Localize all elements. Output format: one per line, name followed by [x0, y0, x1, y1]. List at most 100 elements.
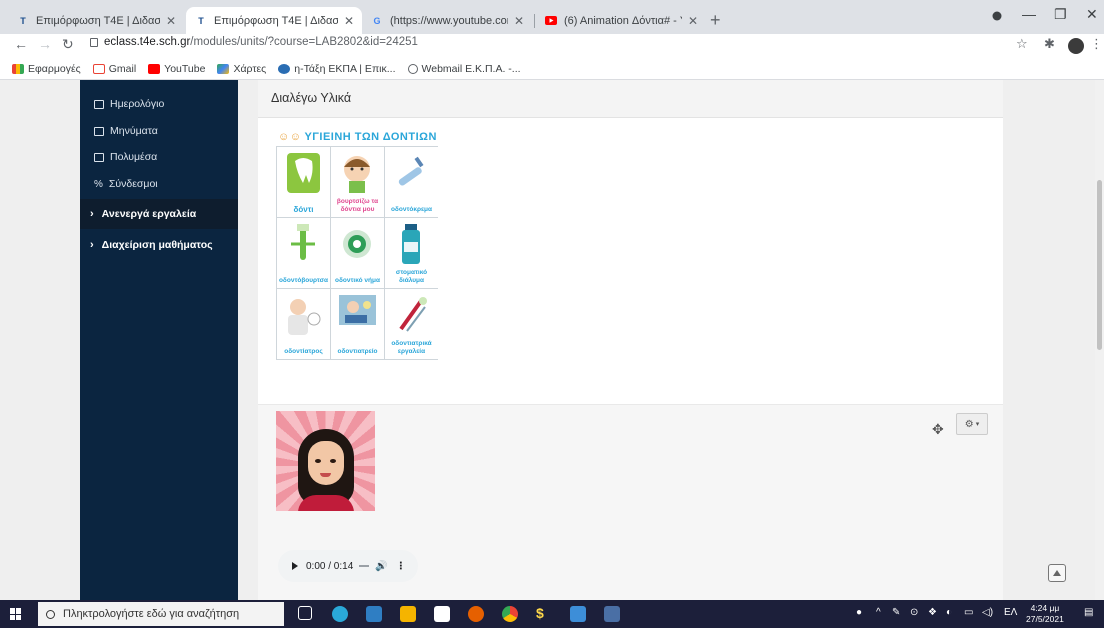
sidebar-item-label: Πολυμέσα [110, 151, 158, 163]
taskbar-search[interactable]: Πληκτρολογήστε εδώ για αναζήτηση [38, 602, 284, 626]
lightning-icon[interactable]: $ [536, 605, 552, 621]
bookmark-youtube[interactable]: YouTube [148, 63, 205, 75]
tab-2-active[interactable]: T Επιμόρφωση Τ4Ε | Διδασκαλία 1 ✕ [186, 7, 362, 34]
chrome-icon[interactable] [502, 606, 518, 622]
sidebar-item-messages[interactable]: Μηνύματα [94, 125, 158, 137]
move-handle-icon[interactable]: ✥ [932, 421, 944, 438]
pen-icon[interactable]: ✎ [892, 607, 900, 618]
tab-separator [534, 14, 535, 28]
link-icon: % [94, 178, 103, 190]
tooth-icon [287, 153, 320, 193]
audio-resource-block: ✥ ⚙ ▾ 0:00 / 0:14 🔊 ⋮ [258, 404, 1003, 600]
tab-3[interactable]: G (https://www.youtube.com/watch ✕ [362, 7, 532, 34]
forward-icon[interactable]: → [38, 36, 52, 52]
globe-icon [407, 63, 418, 74]
apps-grid-icon [12, 63, 24, 74]
url-path: /modules/units/?course=LAB2802&id=24251 [190, 36, 418, 48]
file-explorer-icon[interactable] [400, 606, 416, 622]
notifications-icon[interactable]: ▤ [1084, 607, 1093, 618]
profile-dot-icon[interactable] [992, 8, 1002, 24]
card-dental-office: οδοντιατρείο [331, 289, 384, 359]
caret-down-icon: ▾ [975, 421, 980, 428]
close-window-icon[interactable]: ✕ [1086, 6, 1098, 23]
dropbox-icon[interactable]: ❖ [928, 607, 937, 618]
star-icon[interactable]: ☆ [1016, 36, 1028, 52]
store-icon[interactable] [366, 606, 382, 622]
card-caption: οδοντιατρείο [337, 348, 378, 355]
maps-icon [217, 63, 230, 74]
reload-icon[interactable]: ↻ [62, 36, 74, 53]
show-hidden-icons[interactable]: ^ [876, 607, 881, 618]
tab-4[interactable]: (6) Animation Δόντια# - YouTube ✕ [536, 7, 706, 34]
menu-kebab-icon[interactable]: ⋮ [1090, 36, 1103, 52]
tab-1[interactable]: T Επιμόρφωση Τ4Ε | Διδασκαλία 1 ✕ [8, 7, 184, 34]
bookmark-label: Εφαρμογές [28, 62, 81, 75]
maximize-icon[interactable]: ❐ [1054, 6, 1067, 23]
people-icon[interactable]: ● [856, 607, 862, 618]
battery-icon[interactable]: ▭ [964, 607, 973, 618]
language-indicator[interactable]: ΕΛ [1004, 607, 1017, 618]
new-tab-button[interactable]: + [710, 10, 721, 31]
mouthwash-icon [402, 224, 420, 264]
search-icon [46, 609, 55, 619]
bookmark-gmail[interactable]: Gmail [92, 62, 137, 75]
floss-icon [343, 230, 371, 258]
photos-icon[interactable] [570, 606, 586, 622]
sidebar-group-label: Διαχείριση μαθήματος [101, 239, 213, 251]
extensions-icon[interactable]: ✱ [1044, 36, 1055, 52]
volume-icon[interactable]: ◁) [982, 607, 993, 618]
sidebar-item-calendar[interactable]: Ημερολόγιο [94, 98, 164, 110]
onedrive-icon[interactable]: ⊙ [910, 607, 918, 618]
bookmark-maps[interactable]: Χάρτες [217, 63, 266, 75]
audio-progress[interactable] [359, 565, 370, 567]
task-view-icon[interactable] [298, 606, 312, 620]
card-mouthwash: στοματικό διάλυμα [385, 218, 438, 288]
network-icon[interactable]: ◐ [946, 607, 952, 618]
bookmark-label: Gmail [108, 62, 137, 75]
play-icon[interactable] [292, 562, 298, 570]
more-options-icon[interactable]: ⋮ [396, 561, 406, 572]
sidebar-item-multimedia[interactable]: Πολυμέσα [94, 151, 157, 163]
close-tab-icon[interactable]: ✕ [688, 14, 698, 28]
sidebar-item-label: Μηνύματα [110, 125, 158, 137]
sidebar-item-links[interactable]: % Σύνδεσμοι [94, 178, 158, 190]
taskbar-clock[interactable]: 4:24 μμ 27/5/2021 [1026, 603, 1064, 625]
site-favicon-icon: T [198, 15, 204, 26]
edge-icon[interactable] [332, 606, 348, 622]
teeth-hygiene-poster[interactable]: ☺☺ ΥΓΙΕΙΝΗ ΤΩΝ ΔΟΝΤΙΩΝ δόντι βουρτσίζω τ… [276, 128, 438, 360]
toothbrush-icon [291, 224, 315, 260]
windows-start-icon[interactable] [10, 608, 22, 620]
audio-time: 0:00 / 0:14 [306, 560, 354, 572]
close-tab-icon[interactable]: ✕ [166, 14, 176, 28]
bookmark-label: Webmail Ε.Κ.Π.Α. -... [421, 62, 521, 75]
page-scrollbar[interactable] [1095, 80, 1104, 600]
lock-icon [90, 37, 98, 47]
google-icon: G [373, 15, 381, 26]
film-icon [94, 152, 104, 162]
audio-player[interactable]: 0:00 / 0:14 🔊 ⋮ [278, 550, 418, 582]
section-title: Διαλέγω Υλικά [258, 80, 1003, 118]
firefox-icon[interactable] [468, 606, 484, 622]
profile-avatar[interactable] [1068, 38, 1084, 54]
close-tab-icon[interactable]: ✕ [514, 14, 524, 28]
clock-time: 4:24 μμ [1030, 603, 1060, 613]
minimize-icon[interactable]: — [1022, 6, 1036, 22]
sidebar-group-course-admin[interactable]: › Διαχείριση μαθήματος [80, 230, 238, 260]
bookmark-webmail[interactable]: Webmail Ε.Κ.Π.Α. -... [407, 62, 521, 75]
scroll-to-top-button[interactable] [1048, 564, 1066, 582]
volume-icon[interactable]: 🔊 [375, 561, 387, 572]
close-tab-icon[interactable]: ✕ [344, 14, 354, 28]
windows-taskbar: Πληκτρολογήστε εδώ για αναζήτηση $ ● ^ ✎… [0, 600, 1104, 628]
settings-dropdown-button[interactable]: ⚙ ▾ [956, 413, 988, 435]
bookmark-apps[interactable]: Εφαρμογές [12, 63, 81, 75]
back-icon[interactable]: ← [14, 36, 28, 52]
arrow-up-icon [1053, 570, 1061, 576]
app-icon[interactable] [604, 606, 620, 622]
search-placeholder: Πληκτρολογήστε εδώ για αναζήτηση [63, 608, 240, 620]
toothpaste-icon [398, 156, 424, 186]
url-field[interactable]: eclass.t4e.sch.gr /modules/units/?course… [90, 36, 418, 48]
bookmark-etaxi[interactable]: η-Τάξη ΕΚΠΑ | Επικ... [278, 63, 396, 75]
card-dentist: οδοντίατρος [277, 289, 330, 359]
ms-store-bag-icon[interactable] [434, 606, 450, 622]
sidebar-group-inactive-tools[interactable]: › Ανενεργά εργαλεία [80, 199, 238, 229]
